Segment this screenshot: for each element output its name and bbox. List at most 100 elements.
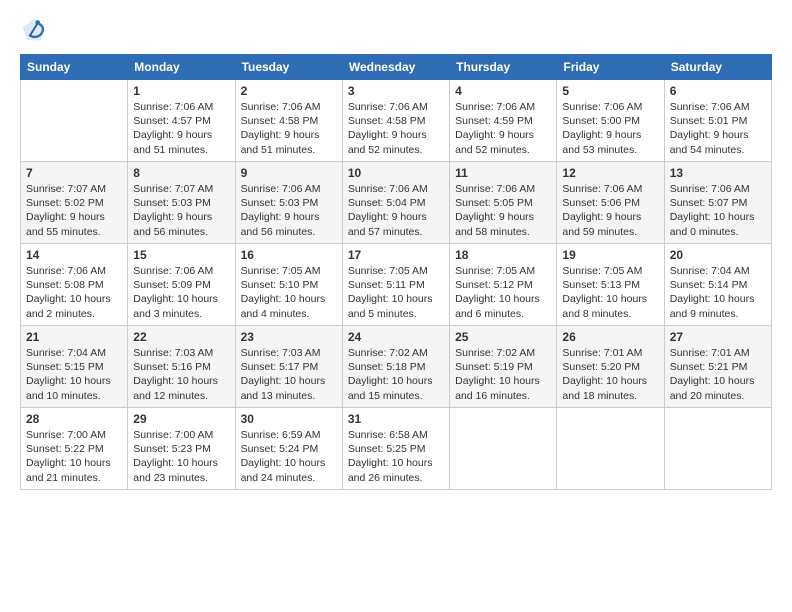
day-number: 29	[133, 412, 229, 426]
week-row-2: 7 Sunrise: 7:07 AM Sunset: 5:02 PM Daylig…	[21, 162, 772, 244]
day-info: Sunrise: 7:06 AM Sunset: 4:58 PM Dayligh…	[241, 100, 337, 157]
day-number: 28	[26, 412, 122, 426]
day-number: 21	[26, 330, 122, 344]
day-number: 1	[133, 84, 229, 98]
calendar-cell: 20 Sunrise: 7:04 AM Sunset: 5:14 PM Dayli…	[664, 244, 771, 326]
calendar-cell: 6 Sunrise: 7:06 AM Sunset: 5:01 PM Daylig…	[664, 80, 771, 162]
day-info: Sunrise: 7:02 AM Sunset: 5:19 PM Dayligh…	[455, 346, 551, 403]
week-row-5: 28 Sunrise: 7:00 AM Sunset: 5:22 PM Dayli…	[21, 408, 772, 490]
day-number: 11	[455, 166, 551, 180]
day-info: Sunrise: 7:06 AM Sunset: 5:08 PM Dayligh…	[26, 264, 122, 321]
calendar-cell: 16Sunrise: 7:05 AM Sunset: 5:10 PM Dayli…	[235, 244, 342, 326]
calendar-cell: 28 Sunrise: 7:00 AM Sunset: 5:22 PM Dayli…	[21, 408, 128, 490]
day-number: 9	[241, 166, 337, 180]
day-info: Sunrise: 7:06 AM Sunset: 5:09 PM Dayligh…	[133, 264, 229, 321]
day-info: Sunrise: 7:03 AM Sunset: 5:17 PM Dayligh…	[241, 346, 337, 403]
day-header-thursday: Thursday	[450, 55, 557, 80]
calendar-cell: 5Sunrise: 7:06 AM Sunset: 5:00 PM Daylig…	[557, 80, 664, 162]
day-info: Sunrise: 7:07 AM Sunset: 5:03 PM Dayligh…	[133, 182, 229, 239]
calendar-cell: 13Sunrise: 7:06 AM Sunset: 5:07 PM Dayli…	[664, 162, 771, 244]
week-row-1: 1 Sunrise: 7:06 AM Sunset: 4:57 PM Daylig…	[21, 80, 772, 162]
day-number: 18	[455, 248, 551, 262]
day-info: Sunrise: 7:06 AM Sunset: 4:57 PM Dayligh…	[133, 100, 229, 157]
day-info: Sunrise: 7:00 AM Sunset: 5:23 PM Dayligh…	[133, 428, 229, 485]
calendar-cell	[450, 408, 557, 490]
day-info: Sunrise: 7:06 AM Sunset: 5:00 PM Dayligh…	[562, 100, 658, 157]
day-header-monday: Monday	[128, 55, 235, 80]
calendar-cell: 25 Sunrise: 7:02 AM Sunset: 5:19 PM Dayli…	[450, 326, 557, 408]
calendar-cell: 4 Sunrise: 7:06 AM Sunset: 4:59 PM Daylig…	[450, 80, 557, 162]
logo-icon	[20, 16, 48, 44]
calendar-cell: 7 Sunrise: 7:07 AM Sunset: 5:02 PM Daylig…	[21, 162, 128, 244]
day-number: 22	[133, 330, 229, 344]
day-info: Sunrise: 7:05 AM Sunset: 5:12 PM Dayligh…	[455, 264, 551, 321]
logo	[20, 16, 52, 44]
week-row-4: 21 Sunrise: 7:04 AM Sunset: 5:15 PM Dayli…	[21, 326, 772, 408]
day-info: Sunrise: 7:01 AM Sunset: 5:20 PM Dayligh…	[562, 346, 658, 403]
calendar-cell: 31 Sunrise: 6:58 AM Sunset: 5:25 PM Dayli…	[342, 408, 449, 490]
day-info: Sunrise: 7:05 AM Sunset: 5:13 PM Dayligh…	[562, 264, 658, 321]
calendar-cell: 15 Sunrise: 7:06 AM Sunset: 5:09 PM Dayli…	[128, 244, 235, 326]
day-number: 10	[348, 166, 444, 180]
day-header-tuesday: Tuesday	[235, 55, 342, 80]
day-number: 7	[26, 166, 122, 180]
day-info: Sunrise: 7:06 AM Sunset: 4:58 PM Dayligh…	[348, 100, 444, 157]
day-info: Sunrise: 7:06 AM Sunset: 5:01 PM Dayligh…	[670, 100, 766, 157]
day-info: Sunrise: 7:05 AM Sunset: 5:11 PM Dayligh…	[348, 264, 444, 321]
calendar-cell: 22 Sunrise: 7:03 AM Sunset: 5:16 PM Dayli…	[128, 326, 235, 408]
calendar-cell: 27 Sunrise: 7:01 AM Sunset: 5:21 PM Dayli…	[664, 326, 771, 408]
day-number: 23	[241, 330, 337, 344]
day-number: 15	[133, 248, 229, 262]
day-number: 8	[133, 166, 229, 180]
calendar-cell	[557, 408, 664, 490]
day-info: Sunrise: 7:01 AM Sunset: 5:21 PM Dayligh…	[670, 346, 766, 403]
day-info: Sunrise: 6:59 AM Sunset: 5:24 PM Dayligh…	[241, 428, 337, 485]
calendar-cell: 11Sunrise: 7:06 AM Sunset: 5:05 PM Dayli…	[450, 162, 557, 244]
day-number: 26	[562, 330, 658, 344]
header	[20, 16, 772, 44]
day-number: 31	[348, 412, 444, 426]
day-header-friday: Friday	[557, 55, 664, 80]
calendar-table: SundayMondayTuesdayWednesdayThursdayFrid…	[20, 54, 772, 490]
calendar-cell: 9 Sunrise: 7:06 AM Sunset: 5:03 PM Daylig…	[235, 162, 342, 244]
day-info: Sunrise: 7:06 AM Sunset: 5:06 PM Dayligh…	[562, 182, 658, 239]
calendar-cell: 18 Sunrise: 7:05 AM Sunset: 5:12 PM Dayli…	[450, 244, 557, 326]
calendar-cell: 23 Sunrise: 7:03 AM Sunset: 5:17 PM Dayli…	[235, 326, 342, 408]
day-info: Sunrise: 7:00 AM Sunset: 5:22 PM Dayligh…	[26, 428, 122, 485]
day-info: Sunrise: 7:06 AM Sunset: 5:04 PM Dayligh…	[348, 182, 444, 239]
calendar-cell	[21, 80, 128, 162]
calendar-cell: 2Sunrise: 7:06 AM Sunset: 4:58 PM Daylig…	[235, 80, 342, 162]
day-header-saturday: Saturday	[664, 55, 771, 80]
day-number: 12	[562, 166, 658, 180]
calendar-cell: 19 Sunrise: 7:05 AM Sunset: 5:13 PM Dayli…	[557, 244, 664, 326]
day-number: 6	[670, 84, 766, 98]
calendar-cell: 29 Sunrise: 7:00 AM Sunset: 5:23 PM Dayli…	[128, 408, 235, 490]
day-info: Sunrise: 7:04 AM Sunset: 5:14 PM Dayligh…	[670, 264, 766, 321]
calendar-header-row: SundayMondayTuesdayWednesdayThursdayFrid…	[21, 55, 772, 80]
day-number: 20	[670, 248, 766, 262]
calendar-cell: 14 Sunrise: 7:06 AM Sunset: 5:08 PM Dayli…	[21, 244, 128, 326]
day-number: 4	[455, 84, 551, 98]
calendar-cell: 8 Sunrise: 7:07 AM Sunset: 5:03 PM Daylig…	[128, 162, 235, 244]
day-number: 30	[241, 412, 337, 426]
day-info: Sunrise: 6:58 AM Sunset: 5:25 PM Dayligh…	[348, 428, 444, 485]
day-number: 19	[562, 248, 658, 262]
day-header-wednesday: Wednesday	[342, 55, 449, 80]
day-info: Sunrise: 7:02 AM Sunset: 5:18 PM Dayligh…	[348, 346, 444, 403]
day-info: Sunrise: 7:04 AM Sunset: 5:15 PM Dayligh…	[26, 346, 122, 403]
day-number: 25	[455, 330, 551, 344]
day-info: Sunrise: 7:03 AM Sunset: 5:16 PM Dayligh…	[133, 346, 229, 403]
calendar-cell: 24Sunrise: 7:02 AM Sunset: 5:18 PM Dayli…	[342, 326, 449, 408]
calendar-cell: 10 Sunrise: 7:06 AM Sunset: 5:04 PM Dayli…	[342, 162, 449, 244]
day-info: Sunrise: 7:07 AM Sunset: 5:02 PM Dayligh…	[26, 182, 122, 239]
day-info: Sunrise: 7:05 AM Sunset: 5:10 PM Dayligh…	[241, 264, 337, 321]
day-info: Sunrise: 7:06 AM Sunset: 5:03 PM Dayligh…	[241, 182, 337, 239]
calendar-cell: 1 Sunrise: 7:06 AM Sunset: 4:57 PM Daylig…	[128, 80, 235, 162]
day-number: 14	[26, 248, 122, 262]
day-number: 27	[670, 330, 766, 344]
day-number: 17	[348, 248, 444, 262]
calendar-cell: 17 Sunrise: 7:05 AM Sunset: 5:11 PM Dayli…	[342, 244, 449, 326]
calendar-cell: 30 Sunrise: 6:59 AM Sunset: 5:24 PM Dayli…	[235, 408, 342, 490]
page: SundayMondayTuesdayWednesdayThursdayFrid…	[0, 0, 792, 612]
day-info: Sunrise: 7:06 AM Sunset: 4:59 PM Dayligh…	[455, 100, 551, 157]
